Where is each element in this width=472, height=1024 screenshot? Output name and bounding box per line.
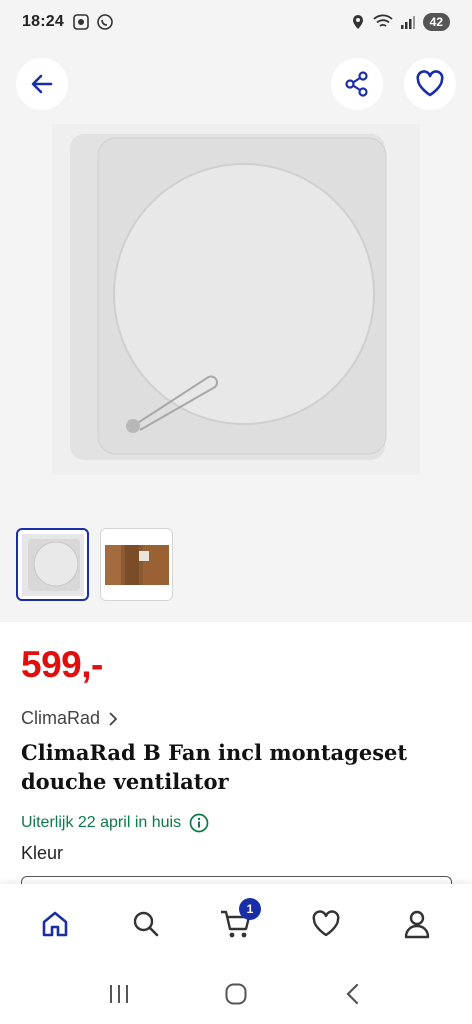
search-icon — [133, 911, 158, 937]
battery-indicator: 42 — [422, 13, 450, 31]
home-circle-icon — [225, 983, 247, 1005]
info-icon[interactable] — [189, 813, 209, 833]
heart-icon — [416, 70, 444, 97]
color-label: Kleur — [21, 843, 64, 863]
home-system-button[interactable] — [216, 974, 256, 1014]
thumbnail-fan[interactable] — [16, 528, 89, 601]
nav-favorites[interactable] — [296, 894, 356, 954]
thumbnail-fan-image — [21, 533, 84, 596]
cart-count-badge: 1 — [238, 898, 261, 920]
product-title: ClimaRad B Fan incl montageset douche ve… — [21, 740, 408, 794]
back-chevron-icon — [346, 983, 359, 1005]
back-system-button[interactable] — [333, 974, 373, 1014]
fan-illustration — [52, 124, 420, 475]
product-main-image[interactable] — [52, 124, 420, 475]
home-icon — [42, 911, 68, 937]
arrow-left-icon — [31, 74, 53, 94]
favorite-button[interactable] — [404, 58, 456, 110]
nav-cart[interactable]: 1 — [206, 894, 266, 954]
system-navigation — [0, 964, 472, 1024]
brand-link[interactable]: ClimaRad — [21, 708, 118, 729]
share-icon — [345, 71, 368, 97]
heart-icon — [312, 910, 340, 937]
thumbnail-installation-image — [104, 544, 169, 585]
whatsapp-icon — [97, 14, 113, 30]
recent-apps-icon — [109, 985, 128, 1003]
share-button[interactable] — [331, 58, 383, 110]
status-time: 18:24 — [22, 13, 64, 30]
chevron-right-icon — [109, 711, 118, 726]
brand-name: ClimaRad — [21, 708, 101, 728]
product-price: 599,- — [21, 644, 103, 685]
nav-home[interactable] — [25, 894, 85, 954]
recent-apps-button[interactable] — [99, 974, 139, 1014]
account-icon — [404, 910, 429, 939]
delivery-info: Uiterlijk 22 april in huis — [21, 813, 209, 833]
wifi-icon — [373, 14, 393, 27]
product-gallery — [0, 44, 472, 622]
delivery-text: Uiterlijk 22 april in huis — [21, 814, 182, 831]
bottom-navigation: 1 — [0, 884, 472, 964]
thumbnail-installation[interactable] — [100, 528, 173, 601]
status-bar: 18:24 42 — [0, 0, 472, 44]
back-button[interactable] — [16, 58, 68, 110]
nav-account[interactable] — [387, 894, 447, 954]
location-icon — [352, 15, 363, 29]
nav-search[interactable] — [116, 894, 176, 954]
signal-icon — [400, 16, 415, 29]
screenshot-icon — [73, 14, 89, 30]
